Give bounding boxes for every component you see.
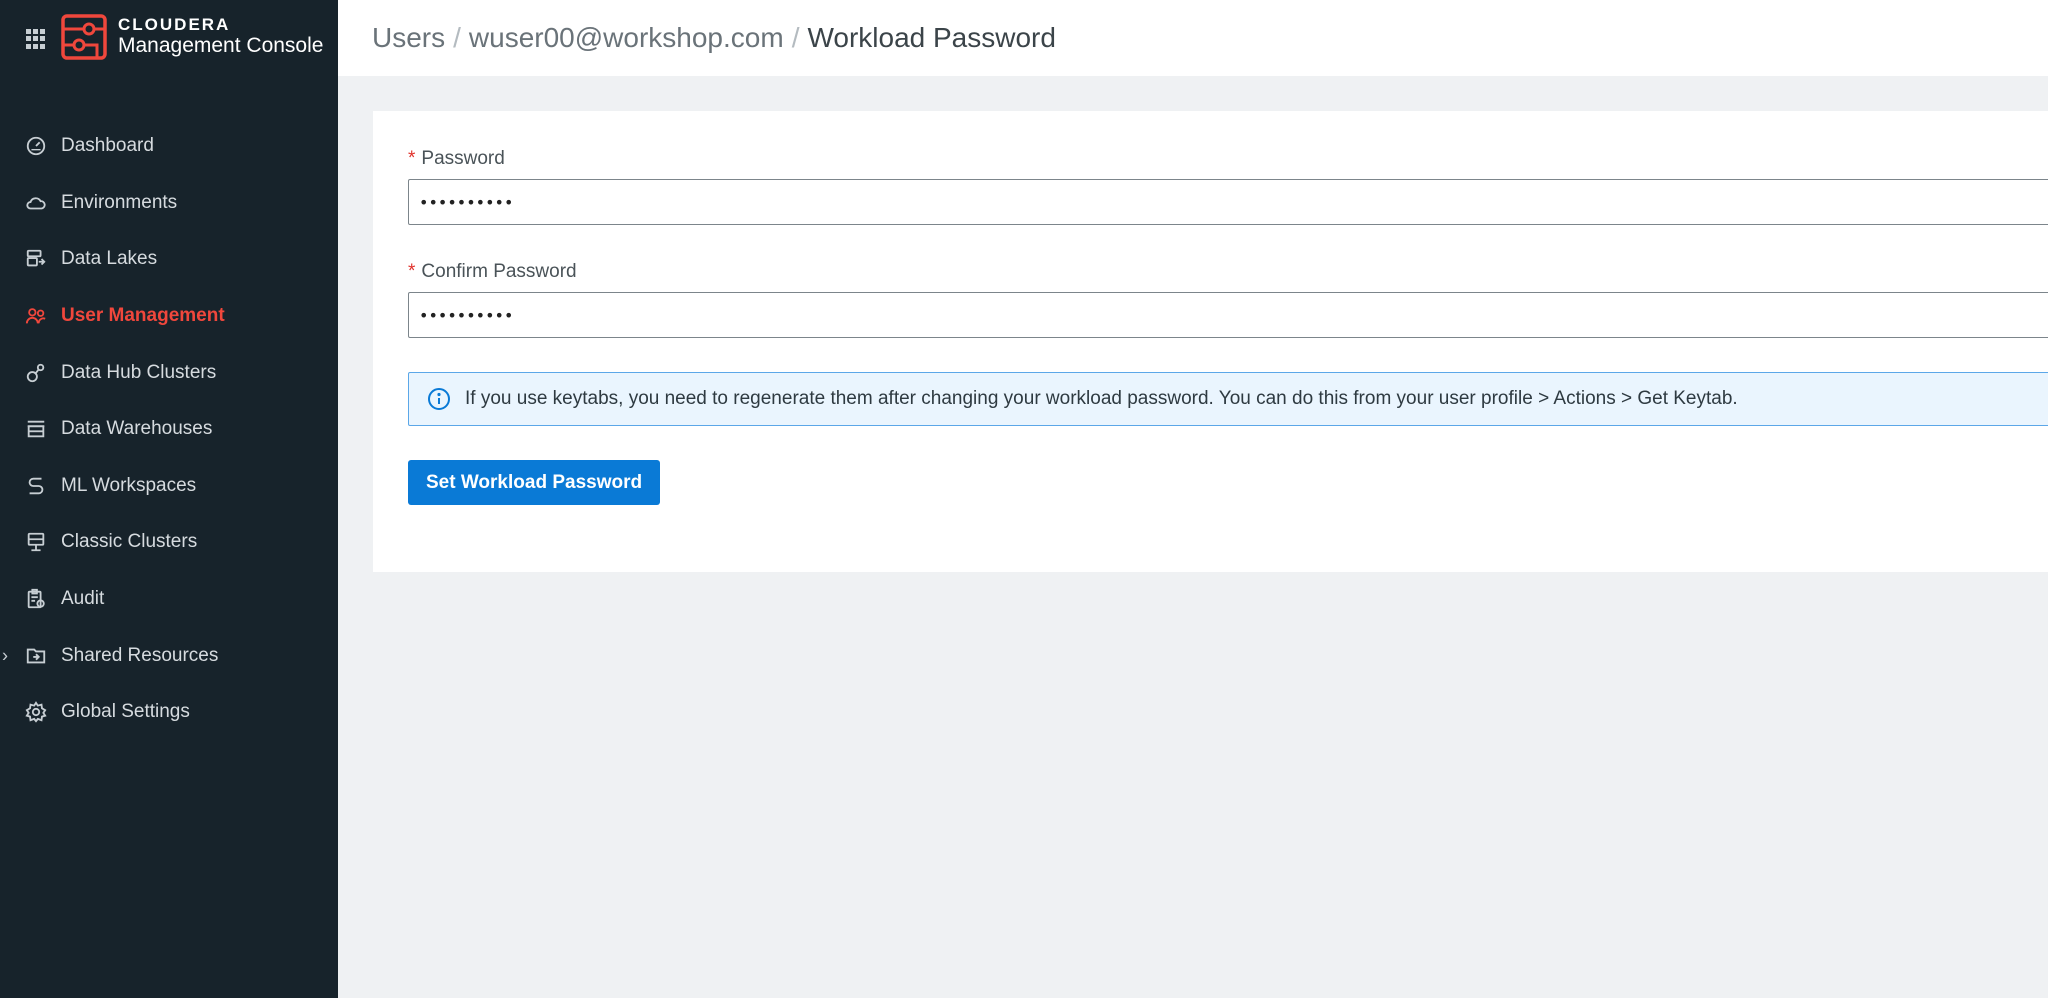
sidebar-item-shared-resources[interactable]: › Shared Resources	[0, 627, 338, 684]
sidebar-item-label: Data Lakes	[61, 248, 158, 270]
sidebar-item-data-hub-clusters[interactable]: Data Hub Clusters	[0, 344, 338, 401]
gear-icon	[24, 700, 48, 724]
info-icon	[428, 388, 450, 410]
sidebar-item-global-settings[interactable]: Global Settings	[0, 684, 338, 741]
sidebar-item-data-warehouses[interactable]: Data Warehouses	[0, 401, 338, 458]
required-marker: *	[408, 261, 416, 282]
dashboard-gauge-icon	[24, 134, 48, 158]
app-grid-icon[interactable]	[26, 29, 46, 49]
sidebar-item-label: Classic Clusters	[61, 531, 198, 553]
data-lake-icon	[24, 247, 48, 271]
sidebar-item-label: Dashboard	[61, 135, 154, 157]
info-text: If you use keytabs, you need to regenera…	[465, 388, 1738, 409]
ml-workspace-icon	[24, 474, 48, 498]
cluster-nodes-icon	[24, 361, 48, 385]
page-title: Workload Password	[807, 22, 1056, 53]
sidebar-item-environments[interactable]: Environments	[0, 175, 338, 232]
sidebar-item-label: Environments	[61, 191, 178, 213]
sidebar-item-classic-clusters[interactable]: Classic Clusters	[0, 514, 338, 571]
sidebar-item-audit[interactable]: Audit	[0, 571, 338, 628]
sidebar-item-label: User Management	[61, 305, 225, 327]
brand-name: CLOUDERA	[118, 15, 231, 34]
sidebar: CLOUDERA Management Console Dashboard En…	[0, 0, 338, 998]
sidebar-item-label: ML Workspaces	[61, 474, 197, 496]
sidebar-item-data-lakes[interactable]: Data Lakes	[0, 231, 338, 288]
cloud-icon	[24, 191, 48, 215]
sidebar-item-ml-workspaces[interactable]: ML Workspaces	[0, 458, 338, 515]
required-marker: *	[408, 148, 416, 169]
audit-clipboard-icon	[24, 587, 48, 611]
brand-subtitle: Management Console	[118, 34, 324, 57]
sidebar-item-label: Data Warehouses	[61, 418, 213, 440]
keytab-info-alert: If you use keytabs, you need to regenera…	[408, 372, 2048, 426]
password-label: * Password	[408, 148, 505, 169]
users-icon	[24, 304, 48, 328]
cloudera-logo-icon	[61, 14, 107, 60]
breadcrumb-separator: /	[453, 22, 461, 53]
breadcrumb-separator: /	[791, 22, 800, 53]
confirm-password-label: * Confirm Password	[408, 261, 577, 282]
sidebar-item-dashboard[interactable]: Dashboard	[0, 118, 338, 175]
brand-header: CLOUDERA Management Console	[0, 0, 338, 76]
folder-share-icon	[24, 644, 48, 668]
sidebar-item-label: Global Settings	[61, 701, 190, 723]
sidebar-nav: Dashboard Environments Data Lakes User M…	[0, 118, 338, 741]
sidebar-item-user-management[interactable]: User Management	[0, 288, 338, 345]
password-field[interactable]	[408, 179, 2048, 225]
workload-password-form: *Password *Confirm Password If you use k…	[373, 111, 2048, 572]
confirm-password-field[interactable]	[408, 292, 2048, 338]
sidebar-item-label: Shared Resources	[61, 644, 219, 666]
sidebar-item-label: Data Hub Clusters	[61, 361, 217, 383]
warehouse-icon	[24, 417, 48, 441]
chevron-right-icon[interactable]: ›	[2, 645, 8, 666]
classic-cluster-icon	[24, 530, 48, 554]
sidebar-item-label: Audit	[61, 588, 105, 610]
breadcrumb-users-link[interactable]: Users	[372, 22, 445, 54]
breadcrumb-user-link[interactable]: wuser00@workshop.com	[469, 22, 784, 54]
set-workload-password-button[interactable]: Set Workload Password	[408, 460, 661, 505]
breadcrumb: Users / wuser00@workshop.com / Workload …	[338, 0, 2048, 76]
